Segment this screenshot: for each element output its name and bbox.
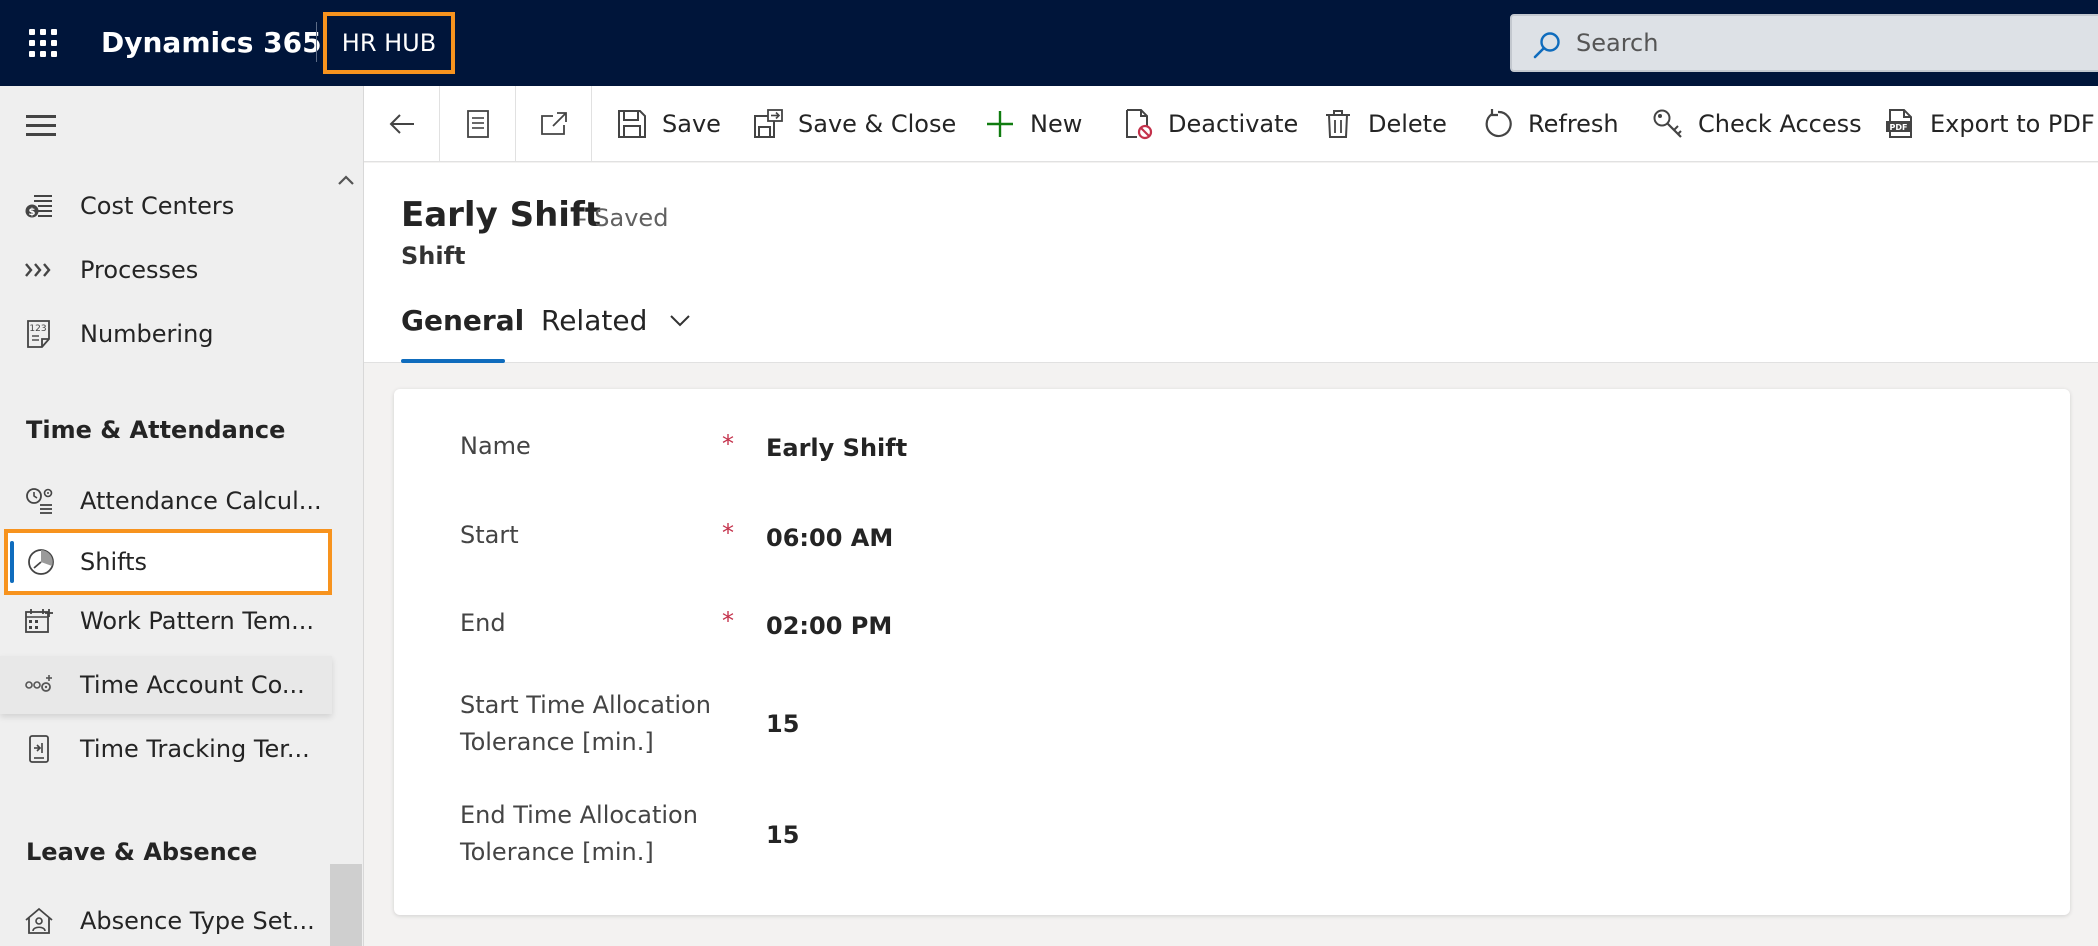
search-icon	[1533, 32, 1560, 59]
sidebar-item-shifts[interactable]: Shifts	[4, 529, 332, 595]
sidebar-item-label: Time Account Co...	[80, 671, 305, 699]
terminal-icon	[29, 735, 49, 763]
sidebar-item-work-pattern-templates[interactable]: Work Pattern Tem...	[0, 592, 332, 650]
refresh-label: Refresh	[1528, 110, 1619, 138]
end-label: End	[460, 609, 506, 637]
active-tab-indicator	[401, 359, 505, 363]
sidebar-item-label: Numbering	[80, 320, 214, 348]
chevron-down-icon	[670, 315, 690, 327]
sidebar-item-cost-centers[interactable]: $ Cost Centers	[0, 177, 332, 235]
start-tolerance-field[interactable]: 15	[766, 705, 799, 743]
nav-group-leave-absence: Leave & Absence	[26, 838, 258, 866]
record-title: Early Shift	[401, 195, 601, 235]
trash-icon	[1326, 110, 1350, 138]
svg-text:$: $	[29, 207, 36, 218]
required-indicator: *	[722, 430, 734, 458]
open-in-new-window-button[interactable]	[516, 86, 592, 162]
general-section-card: Name * Early Shift Start * 02:00 PM 06:0…	[394, 389, 2070, 915]
shift-clock-icon	[28, 549, 54, 575]
processes-icon	[25, 263, 51, 277]
sidebar: $ Cost Centers Processes 123 Numbering T…	[0, 86, 364, 946]
sidebar-item-numbering[interactable]: 123 Numbering	[0, 305, 332, 363]
save-label: Save	[662, 110, 721, 138]
save-close-label: Save & Close	[798, 110, 957, 138]
back-button[interactable]	[364, 86, 440, 162]
start-tolerance-label-line2: Tolerance [min.]	[460, 728, 654, 756]
required-indicator: *	[722, 519, 734, 547]
end-tolerance-field[interactable]: 15	[766, 816, 799, 854]
app-launcher-icon[interactable]	[29, 29, 57, 57]
sidebar-item-time-account-configuration[interactable]: Time Account Co...	[0, 656, 332, 714]
export-pdf-label: Export to PDF	[1930, 110, 2095, 138]
refresh-icon	[1485, 109, 1512, 138]
deactivate-label: Deactivate	[1168, 110, 1299, 138]
time-account-icon	[25, 675, 52, 692]
delete-label: Delete	[1368, 110, 1447, 138]
tab-related[interactable]: Related	[541, 293, 690, 349]
required-indicator: *	[722, 607, 734, 635]
start-label: Start	[460, 521, 519, 549]
app-title[interactable]: HR HUB	[323, 12, 455, 74]
tab-general[interactable]: General	[401, 293, 524, 363]
new-label: New	[1030, 110, 1083, 138]
record-header: Early Shift - Saved Shift General Relate…	[364, 163, 2098, 363]
tab-related-label: Related	[541, 304, 648, 337]
sidebar-item-label: Work Pattern Tem...	[80, 607, 314, 635]
plus-icon	[987, 111, 1013, 137]
back-arrow-icon	[389, 114, 414, 134]
save-close-icon	[754, 109, 783, 138]
brand-name[interactable]: Dynamics 365	[101, 24, 322, 62]
deactivate-icon	[1126, 109, 1153, 140]
save-icon	[618, 110, 646, 138]
numbering-icon: 123	[27, 320, 50, 348]
start-tolerance-label-line1: Start Time Allocation	[460, 691, 711, 719]
key-icon	[1653, 109, 1682, 138]
sidebar-item-label: Cost Centers	[80, 192, 235, 220]
sidebar-item-label: Time Tracking Ter...	[80, 735, 310, 763]
global-search[interactable]	[1510, 14, 2098, 72]
document-icon	[467, 110, 489, 138]
svg-text:123: 123	[29, 324, 46, 334]
sidebar-item-label: Absence Type Set...	[80, 907, 315, 935]
selected-indicator	[10, 541, 14, 583]
command-bar: Save Save & Close New Deactivate Delete …	[364, 86, 2098, 162]
sidebar-scrollbar-thumb[interactable]	[330, 864, 362, 946]
sidebar-item-label: Processes	[80, 256, 199, 284]
hamburger-menu-icon[interactable]	[26, 115, 56, 137]
calendar-icon	[25, 609, 53, 633]
end-tolerance-label-line2: Tolerance [min.]	[460, 838, 654, 866]
entity-name: Shift	[401, 242, 466, 270]
cost-center-icon: $	[25, 195, 52, 218]
brand-divider	[316, 22, 317, 62]
save-status: - Saved	[578, 204, 669, 232]
sidebar-item-attendance-calculation[interactable]: Attendance Calcul...	[0, 472, 332, 530]
svg-text:PDF: PDF	[1890, 123, 1908, 132]
attendance-calc-icon	[26, 488, 53, 514]
end-tolerance-label-line1: End Time Allocation	[460, 801, 698, 829]
sidebar-item-processes[interactable]: Processes	[0, 241, 332, 299]
pdf-icon: PDF	[1886, 109, 1912, 138]
start-time-field[interactable]: 06:00 AM	[766, 519, 893, 557]
nav-group-time-attendance: Time & Attendance	[26, 416, 286, 444]
main-content: Early Shift - Saved Shift General Relate…	[364, 163, 2098, 946]
sidebar-item-label: Shifts	[80, 548, 148, 576]
sidebar-item-time-tracking-terminals[interactable]: Time Tracking Ter...	[0, 720, 332, 778]
name-label: Name	[460, 432, 531, 460]
top-bar: Dynamics 365 HR HUB	[0, 0, 2098, 86]
search-input[interactable]	[1576, 26, 2076, 60]
scroll-up-chevron-icon[interactable]	[336, 172, 356, 188]
tab-general-label: General	[401, 304, 525, 337]
check-access-label: Check Access	[1698, 110, 1862, 138]
pop-out-icon	[541, 112, 567, 135]
absence-house-icon	[25, 907, 53, 934]
sidebar-item-absence-type-settings[interactable]: Absence Type Set...	[0, 892, 332, 946]
end-time-field[interactable]: 02:00 PM	[766, 607, 892, 645]
name-field[interactable]: Early Shift	[766, 429, 907, 467]
record-set-button[interactable]	[440, 86, 516, 162]
sidebar-item-label: Attendance Calcul...	[80, 487, 322, 515]
